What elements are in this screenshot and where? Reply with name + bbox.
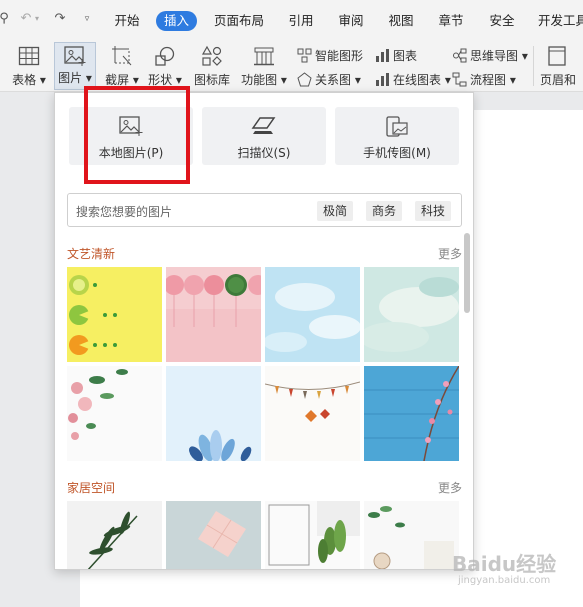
shape-button[interactable]: 形状 ▾ (146, 45, 184, 88)
image-thumbnail[interactable] (364, 267, 459, 362)
search-tag-minimal[interactable]: 极简 (317, 201, 354, 221)
section-title-home-space: 家居空间 (67, 481, 116, 495)
picture-label: 图片 (58, 71, 83, 85)
table-label: 表格 (12, 73, 37, 87)
header-footer-button[interactable]: 页眉和 (540, 45, 583, 88)
phone-image-button[interactable]: 手机传图(M) (335, 107, 459, 165)
tab-view[interactable]: 视图 (386, 11, 416, 31)
online-chart-button[interactable]: 在线图表 ▾ (375, 72, 451, 88)
relation-chart-icon (297, 72, 312, 87)
icon-library-icon (201, 45, 222, 66)
flowchart-button[interactable]: 流程图 ▾ (452, 72, 516, 88)
screenshot-icon (112, 46, 132, 66)
image-thumbnail[interactable] (265, 366, 360, 461)
function-chart-icon (254, 47, 274, 66)
chart-label: 图表 (393, 49, 418, 63)
shape-label: 形状 (148, 73, 173, 87)
icon-library-label: 图标库 (193, 73, 230, 87)
image-thumbnail[interactable] (364, 501, 459, 569)
picture-icon (64, 46, 86, 66)
image-thumbnail[interactable] (166, 366, 261, 461)
scanner-label: 扫描仪(S) (237, 146, 291, 160)
tab-security[interactable]: 安全 (487, 11, 517, 31)
table-icon (18, 46, 40, 66)
chart-button[interactable]: 图表 (375, 48, 417, 64)
table-button[interactable]: 表格 ▾ (10, 45, 48, 88)
search-icon[interactable]: ⚲ (0, 11, 12, 27)
function-chart-label: 功能图 (241, 73, 278, 87)
function-chart-button[interactable]: 功能图 ▾ (240, 45, 288, 88)
image-thumbnail[interactable] (166, 501, 261, 569)
mind-map-label: 思维导图 (470, 49, 519, 63)
image-thumbnail[interactable] (166, 267, 261, 362)
tab-home[interactable]: 开始 (112, 11, 142, 31)
image-search-placeholder: 搜索您想要的图片 (76, 205, 173, 219)
highlight-box (84, 86, 190, 184)
smart-shape-button[interactable]: 智能图形 (297, 48, 363, 64)
mind-map-button[interactable]: 思维导图 ▾ (452, 48, 528, 64)
header-footer-icon (548, 46, 566, 66)
scanner-icon (251, 117, 276, 134)
image-thumbnail[interactable] (67, 366, 162, 461)
relation-chart-button[interactable]: 关系图 ▾ (297, 72, 361, 88)
scanner-button[interactable]: 扫描仪(S) (202, 107, 326, 165)
image-thumbnail[interactable] (67, 267, 162, 362)
watermark-subtext: jingyan.baidu.com (458, 575, 551, 586)
watermark-text: Baidu经验 (452, 552, 557, 576)
icon-library-button[interactable]: 图标库 (190, 45, 234, 88)
screenshot-label: 截屏 (105, 73, 130, 87)
image-thumbnail[interactable] (67, 501, 162, 569)
screenshot-button[interactable]: 截屏 ▾ (102, 45, 142, 88)
mind-map-icon (453, 48, 467, 63)
search-tag-business[interactable]: 商务 (366, 201, 403, 221)
redo-icon[interactable]: ↷ (52, 11, 68, 27)
undo-icon[interactable]: ↶ (18, 11, 34, 27)
image-thumbnail[interactable] (265, 267, 360, 362)
shape-icon (155, 46, 175, 66)
quick-access-dropdown-icon[interactable]: ▿ (79, 11, 95, 27)
phone-image-icon (386, 116, 408, 137)
tab-developer[interactable]: 开发工具 (538, 11, 583, 31)
tab-page-layout[interactable]: 页面布局 (212, 11, 266, 31)
smart-shape-label: 智能图形 (315, 49, 364, 63)
online-chart-icon (376, 73, 389, 86)
image-thumbnail[interactable] (364, 366, 459, 461)
relation-chart-label: 关系图 (315, 73, 352, 87)
online-chart-label: 在线图表 (393, 73, 442, 87)
phone-image-label: 手机传图(M) (363, 146, 431, 160)
header-footer-label: 页眉和 (540, 73, 577, 87)
tab-review[interactable]: 审阅 (336, 11, 366, 31)
section-more-fresh[interactable]: 更多 (438, 245, 462, 262)
tab-references[interactable]: 引用 (286, 11, 316, 31)
flowchart-icon (452, 72, 467, 87)
menu-bar: ⚲ ↶ ▾ ↷ ▿ 开始 插入 页面布局 引用 审阅 视图 章节 安全 开发工具 (0, 0, 583, 40)
picture-button[interactable]: 图片 ▾ (54, 42, 96, 90)
tab-section[interactable]: 章节 (436, 11, 466, 31)
smart-shape-icon (297, 48, 312, 63)
watermark: Baidu经验 jingyan.baidu.com (452, 548, 556, 586)
image-thumbnail[interactable] (265, 501, 360, 569)
section-title-fresh: 文艺清新 (67, 247, 116, 261)
section-more-home-space[interactable]: 更多 (438, 479, 462, 496)
panel-scrollbar[interactable] (464, 233, 470, 313)
image-search-box[interactable]: 搜索您想要的图片 极简 商务 科技 (67, 193, 462, 227)
search-tag-tech[interactable]: 科技 (415, 201, 452, 221)
flowchart-label: 流程图 (470, 73, 507, 87)
tab-insert[interactable]: 插入 (156, 11, 198, 31)
chart-icon (376, 49, 389, 62)
undo-dropdown-icon[interactable]: ▾ (33, 11, 41, 27)
ribbon-divider (533, 46, 534, 86)
